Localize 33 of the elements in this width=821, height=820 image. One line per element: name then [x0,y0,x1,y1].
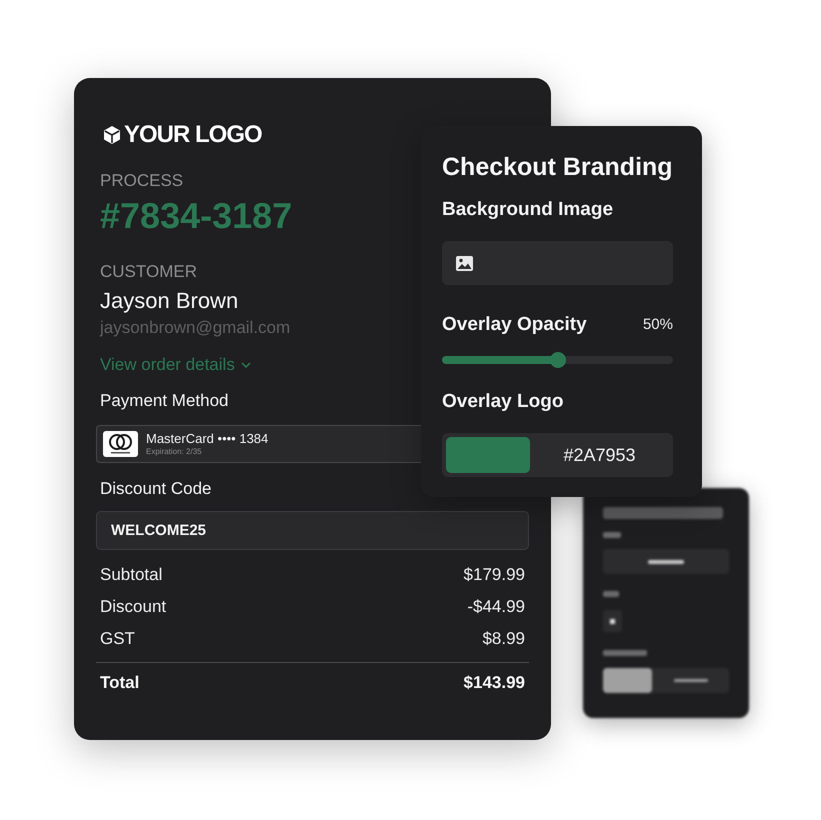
card-logo-icon [103,431,138,457]
summary-amount: -$44.99 [467,597,525,617]
cube-icon [103,125,121,145]
summary-label: Subtotal [100,565,162,585]
color-hex-value: #2A7953 [563,444,636,466]
background-image-label: Background Image [442,198,614,222]
discount-code-label: Discount Code [100,479,212,499]
summary-amount: $143.99 [464,673,525,693]
process-label: PROCESS [100,171,184,191]
customer-label: CUSTOMER [100,262,197,282]
summary-label: Discount [100,597,166,617]
background-image-field[interactable] [442,241,673,285]
process-number: #7834-3187 [100,196,292,236]
discount-code-field[interactable]: WELCOME25 [96,511,529,550]
overlay-opacity-label: Overlay Opacity [442,313,587,337]
opacity-value: 50% [642,315,673,335]
summary-label: GST [100,629,135,649]
customer-email: jaysonbrown@gmail.com [100,318,290,338]
summary-label: Total [100,673,140,693]
logo-text: YOUR LOGO [124,122,262,148]
summary-amount: $8.99 [482,629,525,649]
logo-color-field[interactable]: #2A7953 [442,433,673,477]
payment-method-label: Payment Method [100,391,229,411]
card-expiry: Expiration: 2/35 [146,446,202,457]
card-number: MasterCard •••• 1384 [146,431,268,446]
slider-handle[interactable] [550,352,566,368]
chevron-down-icon [240,362,251,368]
customer-name: Jayson Brown [100,288,238,314]
opacity-slider[interactable] [442,352,673,368]
summary-amount: $179.99 [464,565,525,585]
image-icon [456,256,473,270]
overlay-logo-label: Overlay Logo [442,390,564,414]
dialog-title: Checkout Branding [442,152,673,183]
